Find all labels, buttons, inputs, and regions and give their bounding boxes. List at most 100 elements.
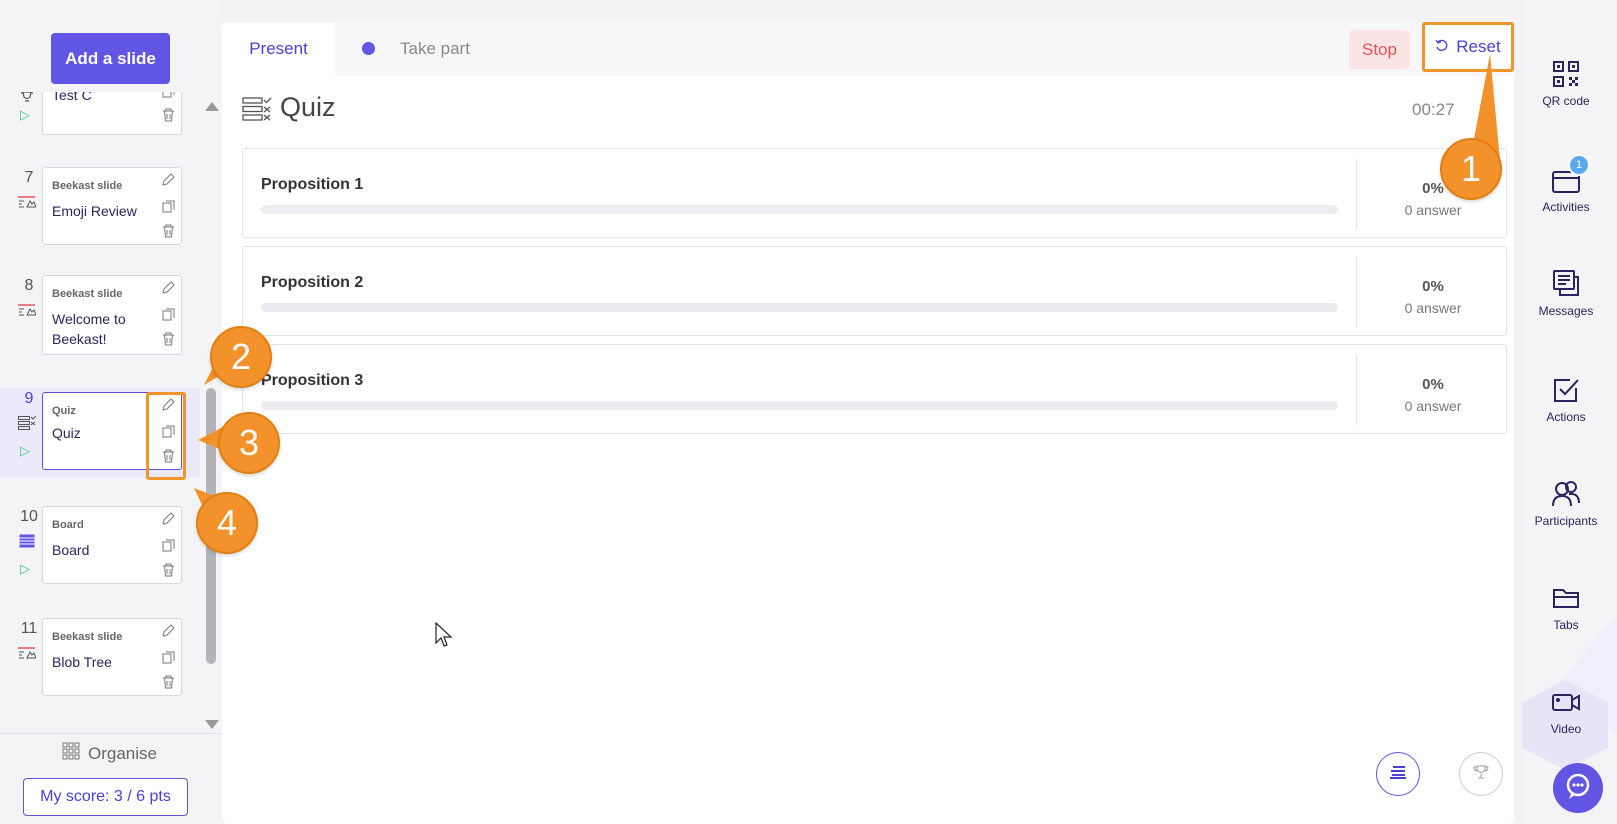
slide-row: ▷ Test C [0,92,200,144]
slide-type: Board [52,519,84,531]
edit-icon[interactable] [160,623,176,639]
play-icon[interactable]: ▷ [20,107,30,123]
slide-type: Quiz [52,405,76,417]
slide-row: 8 Beekast slide Welcome to Beekast! [0,275,200,355]
slide-title: Test C [52,92,92,103]
scroll-up-arrow[interactable] [205,102,219,111]
slide-title: Board [52,542,90,558]
rail-participants[interactable]: Participants [1522,478,1610,528]
rail-qr-code[interactable]: QR code [1522,58,1610,108]
organise-label: Organise [88,743,157,763]
scroll-down-arrow[interactable] [205,720,219,729]
messages-icon [1550,268,1582,300]
duplicate-icon[interactable] [160,198,176,214]
slide-title: Blob Tree [52,654,112,670]
status-dot [362,42,375,55]
beekast-slide-icon [17,646,37,660]
rail-messages[interactable]: Messages [1522,268,1610,318]
rail-activities[interactable]: 1 Activities [1522,154,1610,214]
callout-2: 2 [210,326,272,388]
duplicate-icon[interactable] [160,92,176,99]
slide-card[interactable]: Beekast slide Emoji Review [42,167,182,245]
slide-card[interactable]: Test C [42,92,182,135]
proposition-card: Proposition 2 0% 0 answer [242,246,1507,336]
slide-card[interactable]: Board Board [42,506,182,584]
divider [1356,355,1357,425]
video-icon [1550,686,1582,718]
trash-icon[interactable] [160,107,176,123]
trophy-icon [17,92,37,104]
play-icon[interactable]: ▷ [20,561,30,577]
duplicate-icon[interactable] [160,649,176,665]
participants-icon [1550,478,1582,510]
proposition-card: Proposition 3 0% 0 answer [242,344,1507,434]
rail-video[interactable]: Video [1522,686,1610,736]
add-slide-button[interactable]: Add a slide [51,33,170,84]
slide-row: 7 Beekast slide Emoji Review [0,167,200,245]
organise-button[interactable]: Organise [62,742,157,765]
beekast-slide-icon [17,303,37,317]
edit-icon[interactable] [160,511,176,527]
tabs-icon [1550,582,1582,614]
tab-take-part[interactable]: Take part [400,39,470,59]
slide-card[interactable]: Beekast slide Welcome to Beekast! [42,275,182,355]
beekast-slide-icon [17,195,37,209]
callout-3: 3 [218,412,280,474]
duplicate-icon[interactable] [160,537,176,553]
rail-label: Tabs [1553,618,1579,632]
qr-code-icon [1550,58,1582,90]
proposition-progress [261,205,1338,214]
slide-row: 10 ▷ Board Board [0,506,200,584]
support-chat-button[interactable] [1553,763,1603,813]
slides-panel: Add a slide ▷ Test C 7 Beekast slide Emo… [0,0,222,824]
callout-4: 4 [196,492,258,554]
stop-button[interactable]: Stop [1349,30,1410,69]
rail-label: QR code [1542,94,1590,108]
grid-icon [62,742,80,765]
slide-title: Welcome to Beekast! [52,311,126,347]
list-icon [1389,765,1407,784]
my-score-button[interactable]: My score: 3 / 6 pts [23,778,188,816]
edit-icon[interactable] [160,172,176,188]
proposition-progress [261,303,1338,312]
proposition-label: Proposition 3 [261,372,364,389]
proposition-answers: 0 answer [1404,398,1462,414]
tab-present[interactable]: Present [222,22,335,76]
rail-actions[interactable]: Actions [1522,374,1610,424]
tab-bar: Present Take part Stop Reset [222,22,1514,76]
highlight-box [146,392,186,480]
proposition-label: Proposition 1 [261,176,364,193]
divider [1356,159,1357,229]
proposition-progress [261,401,1338,410]
notification-badge: 1 [1568,154,1590,176]
trash-icon[interactable] [160,223,176,239]
duplicate-icon[interactable] [160,306,176,322]
leaderboard-button[interactable] [1459,752,1503,796]
results-view-button[interactable] [1376,752,1420,796]
proposition-answers: 0 answer [1404,300,1462,316]
slide-card[interactable]: Beekast slide Blob Tree [42,618,182,696]
slide-type: Beekast slide [52,631,123,643]
edit-icon[interactable] [160,280,176,296]
proposition-answers: 0 answer [1404,202,1462,218]
trash-icon[interactable] [160,331,176,347]
divider [1356,257,1357,327]
rail-label: Participants [1534,514,1598,528]
organise-bar: Organise My score: 3 / 6 pts [0,733,222,824]
trash-icon[interactable] [160,562,176,578]
play-icon[interactable]: ▷ [20,443,30,459]
board-icon [17,534,37,548]
slide-type: Beekast slide [52,180,123,192]
proposition-label: Proposition 2 [261,274,364,291]
rail-tabs[interactable]: Tabs [1522,582,1610,632]
quiz-icon [242,97,272,121]
slide-number: 11 [20,620,38,637]
slide-type: Beekast slide [52,288,123,300]
slide-number: 9 [24,390,34,407]
quiz-icon [17,416,37,430]
slide-title: Emoji Review [52,203,137,219]
slide-number: 7 [24,169,34,186]
trash-icon[interactable] [160,674,176,690]
callout-1: 1 [1440,138,1502,200]
trophy-icon [1473,764,1489,785]
